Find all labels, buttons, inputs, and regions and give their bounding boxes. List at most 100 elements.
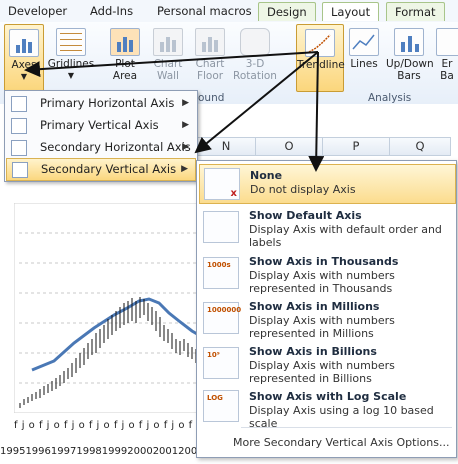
icon-text: 1000000 (207, 306, 242, 314)
plot-area-label-1: Plot (115, 58, 135, 70)
lines-glyph (352, 34, 375, 50)
menu-item-label: Secondary Horizontal Axis (40, 140, 191, 154)
axis-icon (11, 118, 27, 134)
billions-axis-icon: 10⁹ (203, 347, 239, 379)
option-title: Show Default Axis (249, 209, 362, 222)
chart-x-axis-labels: f j o f j o f j o f j o f j o f j o f j … (14, 420, 200, 431)
menu-item-secondary-horizontal-axis[interactable]: Secondary Horizontal Axis ▶ (6, 137, 196, 158)
menu-item-primary-vertical-axis[interactable]: Primary Vertical Axis ▶ (6, 115, 196, 136)
option-description: Display Axis with numbers represented in… (249, 314, 395, 340)
more-options-label: More Secondary Vertical Axis Options... (233, 436, 450, 449)
option-title: Show Axis in Billions (249, 345, 377, 358)
default-axis-icon (203, 211, 239, 243)
icon-text: LOG (207, 394, 223, 402)
column-header-n[interactable]: N (196, 137, 256, 156)
axis-icon (11, 96, 27, 112)
option-title: Show Axis in Millions (249, 300, 380, 313)
plot-area-icon (110, 28, 140, 56)
millions-axis-icon: 1000000 (203, 302, 242, 334)
chevron-down-icon: ▼ (67, 71, 75, 80)
column-header-p[interactable]: P (322, 137, 390, 156)
column-header-q[interactable]: Q (389, 137, 451, 156)
no-axis-icon: x (204, 168, 240, 200)
updown-bars-label-1: Up/Down (386, 58, 434, 70)
group-label-analysis: Analysis (368, 92, 412, 104)
menu-separator (241, 427, 452, 428)
option-show-axis-log-scale[interactable]: LOG Show Axis with Log Scale Display Axi… (199, 388, 454, 430)
ribbon-tab-bar: Developer Add-Ins Personal macros Design… (0, 0, 458, 23)
tab-personal-macros[interactable]: Personal macros (157, 2, 252, 20)
tab-layout[interactable]: Layout (322, 2, 380, 21)
chart-floor-button[interactable]: Chart Floor (190, 24, 230, 90)
error-bars-icon (436, 28, 458, 56)
chart-wall-button[interactable]: Chart Wall (148, 24, 188, 90)
stock-chart[interactable] (14, 203, 204, 413)
error-bars-button[interactable]: Er Ba (436, 24, 458, 90)
chevron-right-icon: ▶ (182, 142, 189, 152)
log-scale-axis-icon: LOG (203, 390, 239, 422)
option-more-secondary-vertical-axis-options[interactable]: More Secondary Vertical Axis Options... (199, 433, 454, 451)
gridlines-button[interactable]: Gridlines ▼ (46, 24, 96, 90)
trendline-button[interactable]: Trendline (296, 24, 345, 92)
menu-item-primary-horizontal-axis[interactable]: Primary Horizontal Axis ▶ (6, 93, 196, 114)
chart-floor-label-1: Chart (195, 58, 225, 70)
option-description: Display Axis with default order and labe… (249, 223, 442, 249)
chevron-right-icon: ▶ (181, 164, 188, 174)
chart-year-labels: 1995199619971998199920002001200 (0, 446, 198, 457)
secondary-vertical-axis-submenu: x None Do not display Axis Show Default … (196, 160, 457, 458)
error-bars-label-1: Er (441, 58, 453, 70)
axes-dropdown-menu: Primary Horizontal Axis ▶ Primary Vertic… (4, 90, 198, 182)
thousands-axis-icon: 1000s (203, 257, 239, 289)
icon-text: 1000s (207, 261, 231, 269)
plot-area-button[interactable]: Plot Area (104, 24, 146, 90)
chart-area (14, 203, 204, 413)
option-description: Do not display Axis (250, 183, 356, 196)
chart-wall-label-1: Chart (153, 58, 183, 70)
option-show-axis-millions[interactable]: 1000000 Show Axis in Millions Display Ax… (199, 298, 454, 342)
updown-bars-button[interactable]: Up/Down Bars (386, 24, 434, 90)
chart-floor-icon (195, 28, 225, 56)
trendline-label: Trendline (297, 59, 345, 71)
updown-bars-label-2: Bars (397, 70, 421, 82)
chevron-right-icon: ▶ (182, 120, 189, 130)
axis-icon (11, 140, 27, 156)
option-description: Display Axis with numbers represented in… (249, 359, 395, 385)
gridlines-label: Gridlines (47, 58, 95, 70)
option-show-axis-billions[interactable]: 10⁹ Show Axis in Billions Display Axis w… (199, 343, 454, 387)
option-show-default-axis[interactable]: Show Default Axis Display Axis with defa… (199, 207, 454, 251)
lines-icon (349, 28, 379, 56)
option-none[interactable]: x None Do not display Axis (199, 164, 456, 204)
chart-wall-icon (153, 28, 183, 56)
menu-item-label: Primary Vertical Axis (40, 118, 159, 132)
icon-text: 10⁹ (207, 351, 220, 359)
option-title: Show Axis in Thousands (249, 255, 399, 268)
tab-developer[interactable]: Developer (8, 2, 67, 20)
error-bars-label-2: Ba (440, 70, 454, 82)
gridlines-icon (56, 28, 86, 56)
tab-design[interactable]: Design (258, 2, 316, 21)
axes-label: Axes (11, 59, 37, 71)
3d-rotation-button[interactable]: 3-D Rotation (232, 24, 278, 90)
option-show-axis-thousands[interactable]: 1000s Show Axis in Thousands Display Axi… (199, 253, 454, 297)
lines-button[interactable]: Lines (346, 24, 382, 90)
group-label-background: ound (198, 92, 225, 104)
updown-bars-icon (394, 28, 424, 56)
menu-item-label: Secondary Vertical Axis (41, 162, 177, 176)
axes-icon (9, 29, 39, 57)
plot-area-label-2: Area (112, 70, 138, 82)
trendline-icon (305, 29, 335, 57)
tab-addins[interactable]: Add-Ins (90, 2, 133, 20)
lines-label: Lines (350, 58, 378, 70)
menu-item-secondary-vertical-axis[interactable]: Secondary Vertical Axis ▶ (6, 158, 196, 181)
tab-format[interactable]: Format (386, 2, 445, 21)
chevron-down-icon: ▼ (20, 72, 28, 81)
chevron-right-icon: ▶ (182, 98, 189, 108)
chart-wall-label-2: Wall (157, 70, 179, 82)
column-header-o[interactable]: O (255, 137, 323, 156)
axes-button[interactable]: Axes ▼ (4, 24, 44, 92)
option-title: Show Axis with Log Scale (249, 390, 407, 403)
option-description: Display Axis with numbers represented in… (249, 269, 395, 295)
cube-icon (240, 28, 270, 56)
menu-item-label: Primary Horizontal Axis (40, 96, 175, 110)
3d-rotation-label-1: 3-D (245, 58, 265, 70)
